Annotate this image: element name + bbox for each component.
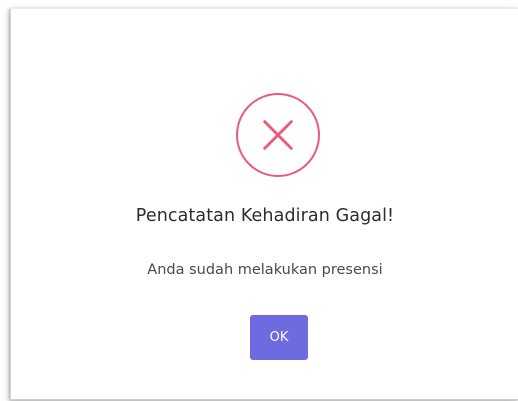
dialog-message: Anda sudah melakukan presensi <box>147 262 383 278</box>
error-dialog: Pencatatan Kehadiran Gagal! Anda sudah m… <box>10 8 518 400</box>
dialog-title: Pencatatan Kehadiran Gagal! <box>135 206 395 226</box>
ok-button[interactable]: OK <box>250 315 308 360</box>
error-x-icon <box>236 93 320 177</box>
screen: Pencatatan Kehadiran Gagal! Anda sudah m… <box>0 0 518 401</box>
x-mark-icon <box>263 120 293 150</box>
